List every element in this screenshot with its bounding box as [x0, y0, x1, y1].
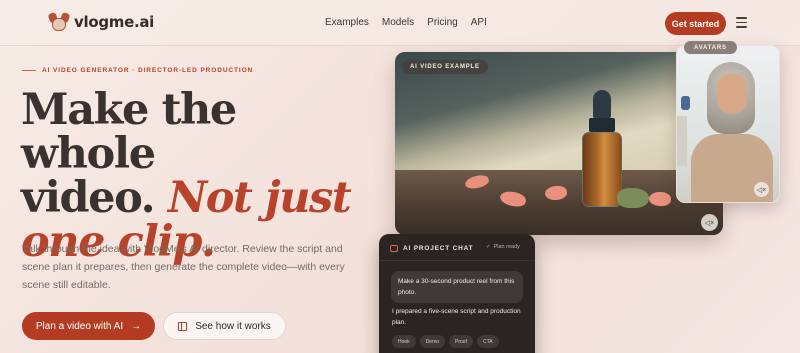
logo-text: vlogme.ai: [74, 13, 155, 31]
chat-header: AI PROJECT CHAT: [390, 245, 473, 252]
eyebrow-text: AI VIDEO GENERATOR · DIRECTOR-LED PRODUC…: [42, 67, 254, 74]
plan-status: ✓ Plan ready: [486, 244, 520, 250]
nav-item-models[interactable]: Models: [382, 17, 414, 28]
nav-item-examples[interactable]: Examples: [325, 17, 369, 28]
plan-video-label: Plan a video with AI: [35, 320, 124, 332]
assistant-message: I prepared a five-scene script and produ…: [392, 308, 521, 326]
nav-item-api[interactable]: API: [471, 17, 487, 28]
avatars-badge: AVATARS: [684, 41, 737, 54]
get-started-button[interactable]: Get started: [665, 12, 726, 35]
scene-chips: Hook Demo Proof CTA: [392, 335, 499, 348]
user-message: Make a 30-second product reel from this …: [391, 271, 523, 303]
arrow-right-icon: →: [131, 320, 142, 332]
speaker-muted-icon[interactable]: ◁×: [701, 214, 718, 231]
check-icon: ✓: [486, 244, 491, 250]
film-icon: [178, 321, 188, 331]
plan-video-button[interactable]: Plan a video with AI →: [22, 312, 155, 340]
dog-logo-icon: [47, 12, 71, 32]
hamburger-menu-icon[interactable]: [736, 17, 747, 28]
vase-image: [681, 96, 690, 110]
see-how-it-works-button[interactable]: See how it works: [163, 312, 286, 340]
serum-bottle-image: [582, 90, 622, 210]
ai-project-chat-card: AI PROJECT CHAT Make a 30-second product…: [379, 234, 535, 353]
hero-eyebrow: AI VIDEO GENERATOR · DIRECTOR-LED PRODUC…: [22, 67, 253, 74]
main-nav: Examples Models Pricing API: [325, 17, 487, 28]
chip-demo[interactable]: Demo: [419, 335, 446, 348]
plan-status-label: Plan ready: [493, 244, 520, 250]
chat-title: AI PROJECT CHAT: [403, 245, 474, 252]
chip-proof[interactable]: Proof: [449, 335, 473, 348]
headline-line-2-plain: video.: [21, 173, 168, 223]
hero-subtext: Talk through the idea with VlogMe's AI d…: [22, 243, 345, 291]
site-header: vlogme.ai Examples Models Pricing API Ge…: [0, 0, 800, 46]
headline-line-1: Make the whole: [21, 85, 237, 179]
speaker-muted-icon[interactable]: ◁×: [754, 182, 769, 197]
hero-headline: Make the whole video. Not just one clip.: [21, 88, 381, 264]
nav-item-pricing[interactable]: Pricing: [427, 17, 458, 28]
chip-hook[interactable]: Hook: [392, 335, 416, 348]
petal-image: [649, 192, 671, 206]
eyebrow-line: [22, 70, 36, 71]
logo[interactable]: vlogme.ai: [47, 12, 155, 32]
see-how-label: See how it works: [195, 320, 271, 332]
avatar-card[interactable]: [676, 45, 780, 203]
headline-line-2-accent: Not just: [167, 173, 352, 223]
video-example-badge: AI VIDEO EXAMPLE: [402, 60, 488, 74]
chat-bubble-icon: [390, 245, 398, 252]
stone-image: [617, 188, 649, 208]
video-example-card[interactable]: [395, 52, 723, 235]
chip-cta[interactable]: CTA: [476, 335, 499, 348]
